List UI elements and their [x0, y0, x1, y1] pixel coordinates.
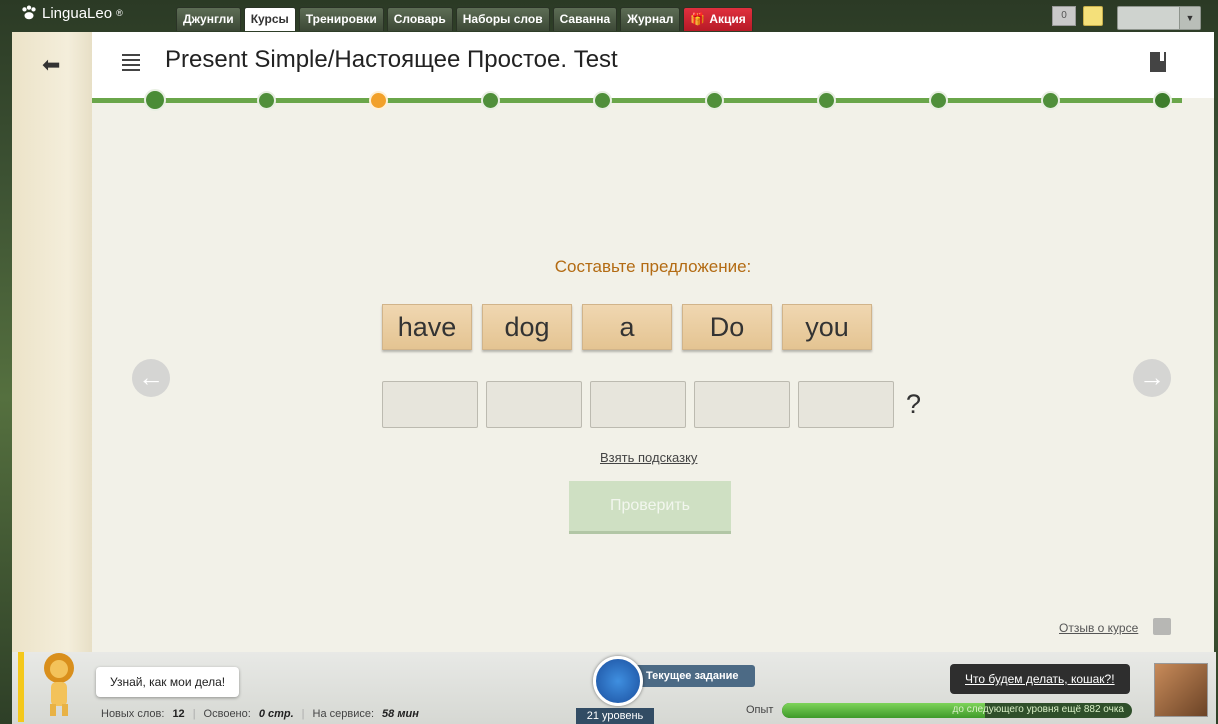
prev-arrow-icon[interactable]: ← — [132, 359, 170, 397]
progress-node-flag-icon[interactable] — [1153, 91, 1172, 110]
main-tabs: Джунгли Курсы Тренировки Словарь Наборы … — [176, 7, 753, 31]
notes-icon[interactable] — [1083, 6, 1103, 26]
stat-time-label: На сервисе: — [312, 708, 375, 720]
page-title: Present Simple/Настоящее Простое. Test — [165, 46, 618, 73]
exercise-prompt: Составьте предложение: — [554, 257, 752, 276]
user-menu[interactable]: ▼ — [1117, 6, 1201, 30]
course-page: Present Simple/Настоящее Простое. Test С… — [92, 32, 1214, 652]
stat-time-value: 58 мин — [382, 708, 419, 720]
answer-slot[interactable] — [590, 381, 686, 428]
progress-node-start[interactable] — [144, 89, 166, 111]
progress-node-current-icon[interactable] — [369, 91, 388, 110]
book-spine: ⬅ — [12, 32, 93, 652]
tab-dictionary[interactable]: Словарь — [386, 7, 453, 31]
answer-slot[interactable] — [694, 381, 790, 428]
lion-mascot-icon[interactable] — [36, 648, 82, 720]
progress-node-envelope-icon[interactable] — [929, 91, 948, 110]
chevron-down-icon[interactable]: ▼ — [1179, 7, 1200, 29]
answer-slot[interactable] — [486, 381, 582, 428]
course-book: ⬅ Present Simple/Настоящее Простое. Test… — [12, 32, 1214, 652]
tab-savanna[interactable]: Саванна — [552, 7, 618, 31]
check-button[interactable]: Проверить — [569, 481, 731, 534]
answer-slots: ? — [382, 381, 921, 428]
progress-track — [92, 98, 1182, 103]
word-card[interactable]: a — [582, 304, 672, 350]
stat-new-words-value: 12 — [172, 708, 185, 720]
xp-remaining-text: до следующего уровня ещё 882 очка — [952, 704, 1124, 715]
divider: | — [192, 708, 196, 720]
tab-promo[interactable]: 🎁 Акция — [683, 7, 753, 31]
lingualeo-logo[interactable]: LinguaLeo ® — [20, 4, 123, 22]
gift-icon: 🎁 — [690, 12, 706, 26]
xp-label: Опыт — [746, 704, 774, 716]
current-task-label[interactable]: Текущее задание — [634, 665, 755, 687]
word-card[interactable]: you — [782, 304, 872, 350]
feedback-icon[interactable] — [1153, 618, 1171, 635]
stat-new-words-label: Новых слов: — [101, 708, 165, 720]
divider: | — [301, 708, 305, 720]
next-arrow-icon[interactable]: → — [1133, 359, 1171, 397]
menu-list-icon[interactable] — [122, 54, 140, 71]
progress-node-envelope-icon[interactable] — [705, 91, 724, 110]
answer-slot[interactable] — [382, 381, 478, 428]
level-badge: 21 уровень — [576, 708, 654, 724]
back-arrow-icon[interactable]: ⬅ — [42, 52, 60, 78]
word-card[interactable]: dog — [482, 304, 572, 350]
chat-speech-bubble[interactable]: Что будем делать, кошак?! — [950, 664, 1130, 694]
word-card[interactable]: Do — [682, 304, 772, 350]
tab-word-sets[interactable]: Наборы слов — [455, 7, 550, 31]
progress-node-envelope-icon[interactable] — [257, 91, 276, 110]
lion-accent-strip — [18, 652, 24, 722]
paw-icon — [22, 5, 36, 20]
avatar[interactable] — [1154, 663, 1208, 717]
progress-node-envelope-icon[interactable] — [1041, 91, 1060, 110]
tab-jungle[interactable]: Джунгли — [176, 7, 241, 31]
tab-promo-label: Акция — [709, 12, 746, 26]
sentence-punctuation: ? — [906, 389, 922, 419]
user-stats: Новых слов: 12 | Освоено: 0 стр. | На се… — [101, 708, 419, 720]
bottom-status-bar: Узнай, как мои дела! Новых слов: 12 | Ос… — [12, 652, 1216, 724]
logo-text: LinguaLeo — [42, 4, 113, 22]
paw-badge-icon[interactable] — [593, 656, 643, 706]
answer-slot[interactable] — [798, 381, 894, 428]
top-navigation-bar: LinguaLeo ® Джунгли Курсы Тренировки Слов… — [0, 0, 1218, 32]
xp-progress-bar: до следующего уровня ещё 882 очка — [782, 703, 1132, 718]
lion-speech-bubble[interactable]: Узнай, как мои дела! — [96, 667, 240, 697]
book-icon[interactable] — [1150, 52, 1166, 72]
word-bank: have dog a Do you — [382, 304, 872, 350]
progress-node-envelope-icon[interactable] — [481, 91, 500, 110]
logo-reg-mark: ® — [116, 8, 123, 18]
course-feedback-link[interactable]: Отзыв о курсе — [1059, 621, 1138, 635]
stat-learned-label: Освоено: — [203, 708, 251, 720]
tab-trainings[interactable]: Тренировки — [298, 7, 384, 31]
tab-courses[interactable]: Курсы — [243, 7, 296, 31]
stat-learned-value: 0 стр. — [258, 708, 294, 720]
word-card[interactable]: have — [382, 304, 472, 350]
progress-node-envelope-icon[interactable] — [593, 91, 612, 110]
hint-link[interactable]: Взять подсказку — [600, 450, 697, 465]
progress-node-envelope-icon[interactable] — [817, 91, 836, 110]
tab-journal[interactable]: Журнал — [620, 7, 681, 31]
notifications-flag-icon[interactable]: 0 — [1052, 6, 1076, 26]
course-header: Present Simple/Настоящее Простое. Test — [92, 32, 1214, 98]
